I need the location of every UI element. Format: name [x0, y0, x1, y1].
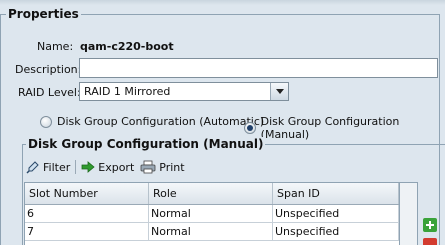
radio-button-manual[interactable] — [244, 122, 256, 134]
column-header-slot-number[interactable]: Slot Number — [25, 183, 149, 204]
description-label: Description: — [15, 63, 82, 76]
cell-role: Normal — [149, 205, 273, 222]
properties-legend: Properties — [6, 7, 81, 21]
cell-slot-number: 6 — [25, 205, 149, 222]
filter-button[interactable]: Filter — [25, 160, 71, 174]
export-button[interactable]: Export — [80, 160, 135, 174]
delete-icon[interactable] — [423, 238, 437, 245]
table-scrollbar[interactable] — [399, 182, 418, 245]
name-label: Name: — [37, 40, 74, 53]
radio-automatic-label: Disk Group Configuration (Automatic) — [57, 115, 265, 128]
print-label: Print — [159, 160, 185, 174]
disk-group-table: Slot Number Role Span ID 6 Normal Unspec… — [24, 182, 418, 245]
cell-slot-number: 7 — [25, 223, 149, 240]
toolbar-separator — [75, 160, 77, 174]
raid-level-select[interactable]: RAID 1 Mirrored — [79, 82, 289, 101]
add-icon[interactable] — [423, 218, 437, 232]
raid-level-label: RAID Level: — [18, 86, 81, 99]
grid-toolbar: Filter Export Print — [25, 160, 186, 174]
filter-icon — [26, 161, 39, 174]
column-header-span-id[interactable]: Span ID — [273, 183, 399, 204]
filter-label: Filter — [43, 160, 71, 174]
cell-role: Normal — [149, 223, 273, 240]
table-row[interactable]: 7 Normal Unspecified — [25, 223, 417, 241]
radio-manual[interactable]: Disk Group Configuration (Manual) — [244, 115, 445, 141]
table-header: Slot Number Role Span ID — [25, 183, 417, 205]
raid-level-value: RAID 1 Mirrored — [84, 85, 171, 98]
radio-automatic[interactable]: Disk Group Configuration (Automatic) — [40, 115, 264, 128]
export-label: Export — [98, 160, 135, 174]
chevron-down-icon[interactable] — [270, 83, 288, 100]
disk-group-legend: Disk Group Configuration (Manual) — [26, 137, 266, 151]
top-edge — [0, 0, 445, 5]
export-icon — [81, 161, 95, 173]
cell-span-id: Unspecified — [273, 223, 399, 240]
radio-manual-label: Disk Group Configuration (Manual) — [260, 115, 400, 141]
description-field[interactable] — [79, 58, 438, 78]
print-icon — [140, 160, 156, 174]
radio-button-automatic[interactable] — [40, 115, 52, 128]
column-header-role[interactable]: Role — [149, 183, 273, 204]
cell-span-id: Unspecified — [273, 205, 399, 222]
print-button[interactable]: Print — [139, 160, 185, 174]
table-row[interactable]: 6 Normal Unspecified — [25, 205, 417, 223]
name-value: qam-c220-boot — [80, 40, 174, 53]
